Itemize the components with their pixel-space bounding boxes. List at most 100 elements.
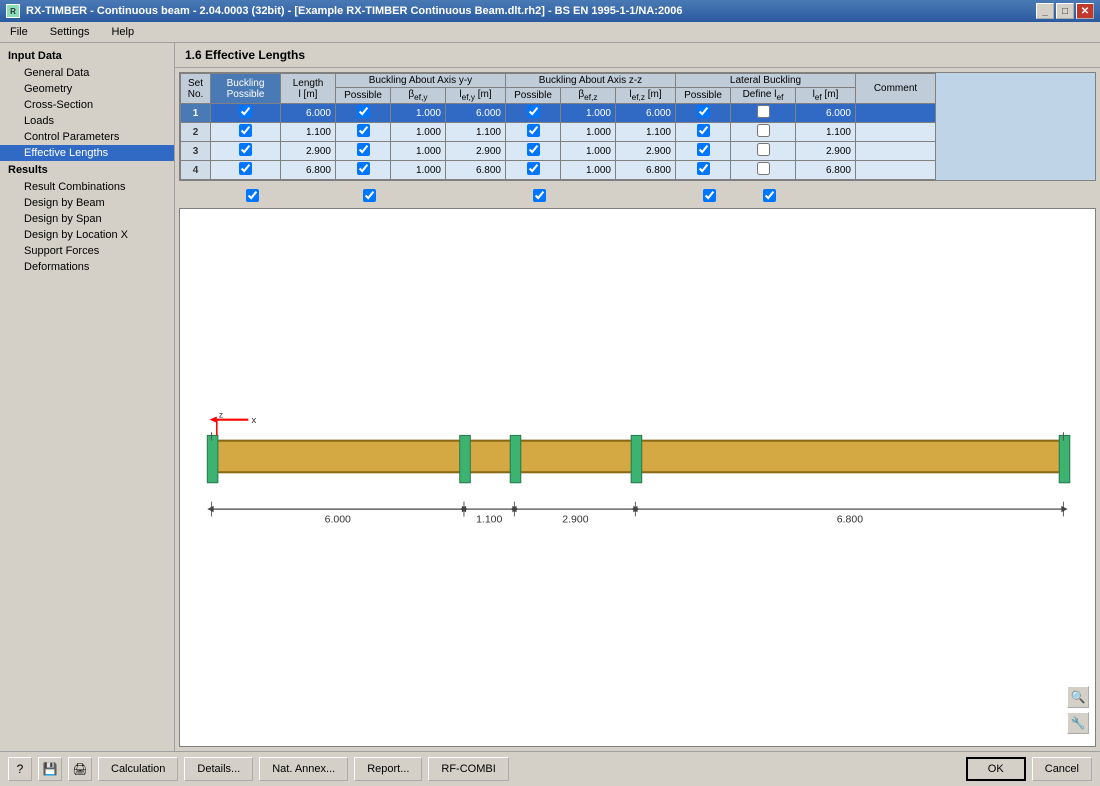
maximize-button[interactable]: □: [1056, 3, 1074, 19]
bottom-check-buckling[interactable]: [217, 189, 287, 202]
table-row[interactable]: 4 6.800 1.000 6.800 1.000 6.800 6.800: [181, 161, 936, 180]
help-icon-button[interactable]: ?: [8, 757, 32, 781]
sidebar-item-cross-section[interactable]: Cross-Section: [0, 97, 174, 113]
cell-define-lef[interactable]: [731, 142, 796, 161]
support-1: [207, 435, 218, 482]
checkbox-define-2[interactable]: [757, 143, 770, 156]
cancel-button[interactable]: Cancel: [1032, 757, 1092, 781]
zoom-out-button[interactable]: 🔧: [1067, 712, 1089, 734]
checkbox-bz-3[interactable]: [527, 162, 540, 175]
checkbox-bz-0[interactable]: [527, 105, 540, 118]
checkbox-buckling-3[interactable]: [239, 162, 252, 175]
checkbox-lat-0[interactable]: [697, 105, 710, 118]
details-button[interactable]: Details...: [184, 757, 253, 781]
col-bz-possible-header: Possible: [506, 88, 561, 104]
sidebar-item-geometry[interactable]: Geometry: [0, 81, 174, 97]
span-4-label: 6.800: [837, 514, 863, 526]
bottom-check-bz[interactable]: [512, 189, 567, 202]
cell-define-lef[interactable]: [731, 104, 796, 123]
checkbox-buckling-2[interactable]: [239, 143, 252, 156]
cell-by-possible[interactable]: [336, 161, 391, 180]
checkbox-define-3[interactable]: [757, 162, 770, 175]
sidebar-item-general-data[interactable]: General Data: [0, 65, 174, 81]
window-title: RX-TIMBER - Continuous beam - 2.04.0003 …: [26, 5, 682, 17]
sidebar-item-design-by-beam[interactable]: Design by Beam: [0, 195, 174, 211]
cell-by-possible[interactable]: [336, 104, 391, 123]
checkbox-lat-3[interactable]: [697, 162, 710, 175]
cell-bz-possible[interactable]: [506, 104, 561, 123]
cell-buckling-possible[interactable]: [211, 161, 281, 180]
checkbox-by-1[interactable]: [357, 124, 370, 137]
cell-define-lef[interactable]: [731, 123, 796, 142]
cell-bz-possible[interactable]: [506, 123, 561, 142]
sidebar: Input Data General Data Geometry Cross-S…: [0, 43, 175, 751]
minimize-button[interactable]: _: [1036, 3, 1054, 19]
cell-buckling-possible[interactable]: [211, 123, 281, 142]
content-area: 1.6 Effective Lengths SetNo. BucklingPos…: [175, 43, 1100, 751]
bottom-checkbox-by[interactable]: [363, 189, 376, 202]
cell-set-no: 3: [181, 142, 211, 161]
col-length-header: Lengthl [m]: [281, 74, 336, 104]
menu-file[interactable]: File: [4, 24, 34, 40]
report-button[interactable]: Report...: [354, 757, 422, 781]
bottom-checkbox-buckling[interactable]: [246, 189, 259, 202]
cell-define-lef[interactable]: [731, 161, 796, 180]
table-row[interactable]: 1 6.000 1.000 6.000 1.000 6.000 6.000: [181, 104, 936, 123]
save-icon-button[interactable]: 💾: [38, 757, 62, 781]
cell-lat-possible[interactable]: [676, 123, 731, 142]
cell-lat-possible[interactable]: [676, 104, 731, 123]
menu-settings[interactable]: Settings: [44, 24, 96, 40]
checkbox-bz-2[interactable]: [527, 143, 540, 156]
sidebar-item-effective-lengths[interactable]: Effective Lengths: [0, 145, 174, 161]
nat-annex-button[interactable]: Nat. Annex...: [259, 757, 348, 781]
checkbox-buckling-0[interactable]: [239, 105, 252, 118]
cell-lat-possible[interactable]: [676, 161, 731, 180]
table-row[interactable]: 2 1.100 1.000 1.100 1.000 1.100 1.100: [181, 123, 936, 142]
checkbox-by-3[interactable]: [357, 162, 370, 175]
checkbox-define-0[interactable]: [757, 105, 770, 118]
checkbox-buckling-1[interactable]: [239, 124, 252, 137]
sidebar-item-deformations[interactable]: Deformations: [0, 259, 174, 275]
calculation-button[interactable]: Calculation: [98, 757, 178, 781]
sidebar-item-control-parameters[interactable]: Control Parameters: [0, 129, 174, 145]
sidebar-item-loads[interactable]: Loads: [0, 113, 174, 129]
cell-bz-possible[interactable]: [506, 161, 561, 180]
cell-by-possible[interactable]: [336, 123, 391, 142]
bottom-check-define[interactable]: [737, 189, 802, 202]
ok-button[interactable]: OK: [966, 757, 1026, 781]
sidebar-item-result-combinations[interactable]: Result Combinations: [0, 179, 174, 195]
cell-buckling-possible[interactable]: [211, 104, 281, 123]
checkbox-lat-1[interactable]: [697, 124, 710, 137]
support-3: [510, 435, 521, 482]
close-button[interactable]: ✕: [1076, 3, 1094, 19]
cell-lat-possible[interactable]: [676, 142, 731, 161]
cell-lef: 1.100: [796, 123, 856, 142]
cell-set-no: 2: [181, 123, 211, 142]
checkbox-lat-2[interactable]: [697, 143, 710, 156]
cell-lef: 6.000: [796, 104, 856, 123]
cell-by-possible[interactable]: [336, 142, 391, 161]
bottom-check-by[interactable]: [342, 189, 397, 202]
zoom-in-button[interactable]: 🔍: [1067, 686, 1089, 708]
table-row[interactable]: 3 2.900 1.000 2.900 1.000 2.900 2.900: [181, 142, 936, 161]
cell-lef-y: 1.100: [446, 123, 506, 142]
menu-help[interactable]: Help: [105, 24, 140, 40]
sidebar-item-support-forces[interactable]: Support Forces: [0, 243, 174, 259]
rf-combi-button[interactable]: RF-COMBI: [428, 757, 508, 781]
checkbox-define-1[interactable]: [757, 124, 770, 137]
sidebar-item-design-by-span[interactable]: Design by Span: [0, 211, 174, 227]
menu-bar: File Settings Help: [0, 22, 1100, 43]
checkbox-by-2[interactable]: [357, 143, 370, 156]
support-4: [631, 435, 642, 482]
checkbox-by-0[interactable]: [357, 105, 370, 118]
bottom-check-lat[interactable]: [682, 189, 737, 202]
sidebar-item-design-by-location-x[interactable]: Design by Location X: [0, 227, 174, 243]
bottom-checkbox-bz[interactable]: [533, 189, 546, 202]
cell-bz-possible[interactable]: [506, 142, 561, 161]
bottom-checkbox-lat[interactable]: [703, 189, 716, 202]
cell-buckling-possible[interactable]: [211, 142, 281, 161]
bottom-checkbox-define[interactable]: [763, 189, 776, 202]
checkbox-bz-1[interactable]: [527, 124, 540, 137]
print-icon-button[interactable]: 🖨: [68, 757, 92, 781]
col-bef-y-header: βef,y: [391, 88, 446, 104]
